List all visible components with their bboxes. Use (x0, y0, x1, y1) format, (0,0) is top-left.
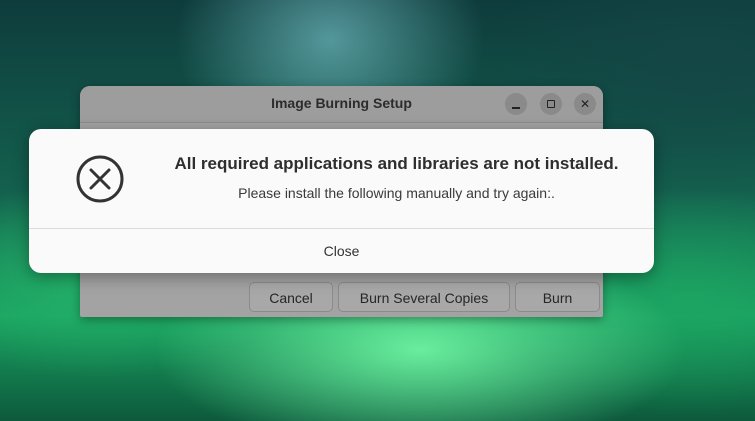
minimize-icon (512, 107, 520, 109)
close-button[interactable]: Close (29, 229, 654, 273)
maximize-button[interactable] (540, 93, 562, 115)
burn-button[interactable]: Burn (515, 282, 600, 312)
window-close-button[interactable]: ✕ (574, 93, 596, 115)
burn-several-copies-button[interactable]: Burn Several Copies (338, 282, 510, 312)
error-circle-x-icon (76, 155, 124, 203)
close-icon: ✕ (579, 97, 591, 111)
maximize-icon (547, 100, 555, 108)
dialog-heading: All required applications and libraries … (174, 154, 619, 173)
error-dialog: All required applications and libraries … (29, 129, 654, 273)
background-window-titlebar: Image Burning Setup ✕ (80, 86, 603, 123)
dialog-message: Please install the following manually an… (238, 185, 555, 201)
minimize-button[interactable] (505, 93, 527, 115)
cancel-button[interactable]: Cancel (249, 282, 333, 312)
